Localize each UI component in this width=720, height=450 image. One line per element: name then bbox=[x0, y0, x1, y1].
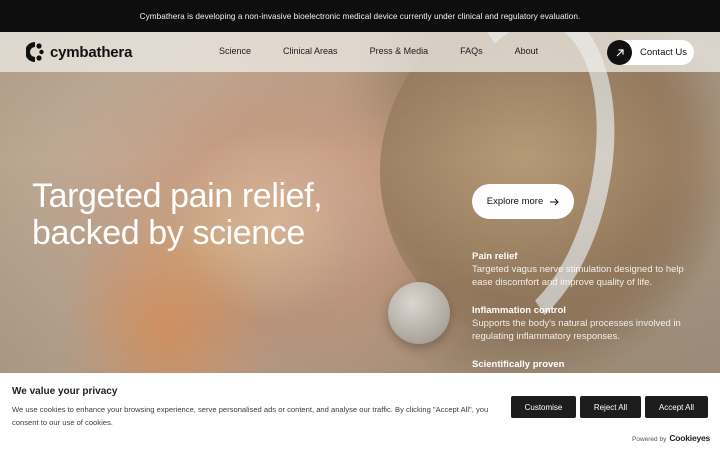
cookie-text: We use cookies to enhance your browsing … bbox=[12, 405, 489, 427]
customise-button[interactable]: Customise bbox=[511, 396, 576, 418]
nav-link-about[interactable]: About bbox=[515, 46, 539, 56]
nav-link-press-media[interactable]: Press & Media bbox=[370, 46, 429, 56]
contact-us-button[interactable]: Contact Us bbox=[607, 40, 694, 65]
announcement-text: Cymbathera is developing a non-invasive … bbox=[139, 11, 581, 21]
announcement-bar: Cymbathera is developing a non-invasive … bbox=[0, 0, 720, 32]
cookieyes-logo: Cookieyes bbox=[669, 433, 711, 443]
nav-links: Science Clinical Areas Press & Media FAQ… bbox=[219, 46, 570, 56]
hero-headline: Targeted pain relief, backed by science bbox=[32, 177, 323, 252]
nav-link-faqs[interactable]: FAQs bbox=[460, 46, 483, 56]
feature-title: Scientifically proven bbox=[472, 359, 565, 370]
reject-all-button[interactable]: Reject All bbox=[580, 396, 641, 418]
cymbathera-logo-icon bbox=[26, 42, 44, 62]
feature-title: Inflammation control bbox=[472, 305, 566, 316]
arrow-right-icon bbox=[550, 198, 559, 205]
contact-us-label: Contact Us bbox=[640, 47, 687, 58]
cookie-consent-banner: We value your privacy We use cookies to … bbox=[0, 373, 720, 450]
feature-description: Targeted vagus nerve stimulation designe… bbox=[472, 264, 684, 288]
feature-inflammation-control: Inflammation control Supports the body's… bbox=[472, 305, 702, 343]
arrow-up-right-icon bbox=[607, 40, 632, 65]
nav-link-science[interactable]: Science bbox=[219, 46, 251, 56]
accept-all-button[interactable]: Accept All bbox=[645, 396, 708, 418]
nav-link-clinical-areas[interactable]: Clinical Areas bbox=[283, 46, 338, 56]
feature-scientifically-proven: Scientifically proven bbox=[472, 359, 702, 371]
powered-by-cookieyes[interactable]: Powered by Cookieyes bbox=[632, 433, 710, 443]
explore-more-button[interactable]: Explore more bbox=[472, 184, 574, 219]
brand-name: cymbathera bbox=[50, 43, 133, 61]
powered-by-label: Powered by bbox=[632, 436, 667, 443]
cookie-title: We value your privacy bbox=[12, 386, 118, 397]
feature-title: Pain relief bbox=[472, 251, 518, 262]
brand-logo[interactable]: cymbathera bbox=[26, 40, 132, 64]
top-navigation: cymbathera Science Clinical Areas Press … bbox=[0, 32, 720, 72]
explore-more-label: Explore more bbox=[486, 196, 544, 207]
feature-description: Supports the body's natural processes in… bbox=[472, 318, 681, 342]
feature-pain-relief: Pain relief Targeted vagus nerve stimula… bbox=[472, 251, 702, 289]
